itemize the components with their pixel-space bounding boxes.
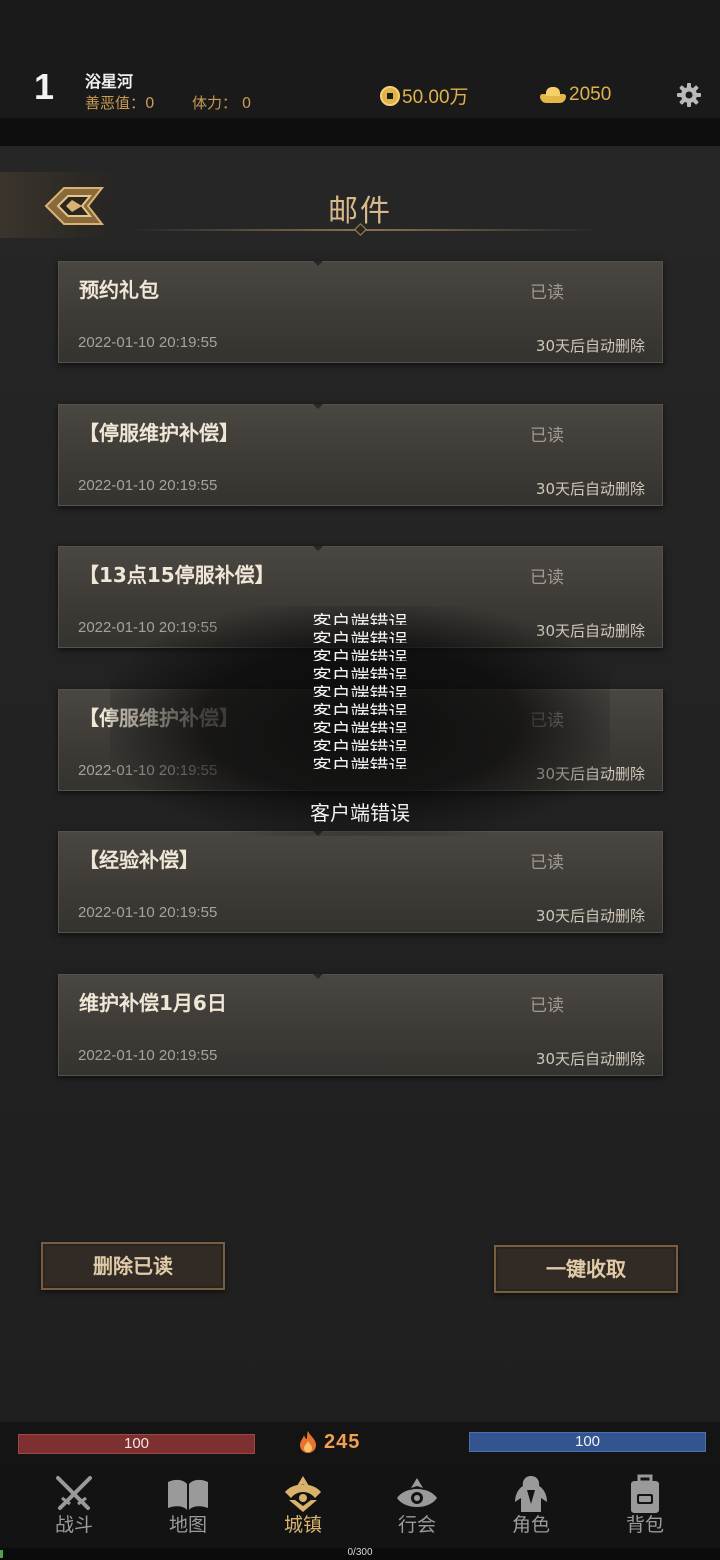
mail-date: 2022-01-10 20:19:55 [78,334,218,351]
error-toast-ghost: 客户端错误 [312,612,408,625]
mail-date: 2022-01-10 20:19:55 [78,1047,218,1064]
error-toast-ghost: 客户端错误 [312,666,408,679]
nav-label: 行会 [397,1514,436,1536]
nav-label: 背包 [625,1514,664,1536]
error-toast-ghost: 客户端错误 [312,720,408,733]
mail-item[interactable]: 维护补偿1月6日 已读 2022-01-10 20:19:55 30天后自动删除 [58,974,663,1076]
map-book-icon [168,1479,208,1510]
nav-item-bag[interactable]: 背包 [595,1474,695,1544]
error-toast-ghost: 客户端错误 [312,684,408,697]
crossed-swords-icon [56,1476,92,1510]
mail-title: 【停服维护补偿】 [79,421,239,445]
player-level: 1 [34,66,55,107]
nav-item-battle[interactable]: 战斗 [24,1474,124,1544]
mail-title: 维护补偿1月6日 [79,991,227,1015]
nav-label: 城镇 [283,1514,322,1536]
error-toast-message: 客户端错误 [310,801,410,825]
mail-expire-note: 30天后自动删除 [535,907,645,925]
hp-bar: 100 [18,1434,255,1454]
flame-icon [300,1431,316,1453]
mail-title: 【经验补偿】 [79,848,199,872]
header-divider [0,118,720,146]
town-crest-icon [285,1476,321,1512]
mail-item[interactable]: 预约礼包 已读 2022-01-10 20:19:55 30天后自动删除 [58,261,663,363]
nav-label: 角色 [511,1514,550,1536]
nav-item-guild[interactable]: 行会 [367,1474,467,1544]
gold-amount: 2050 [569,84,612,105]
nav-label: 地图 [168,1514,207,1536]
stamina-value: 体力： 0 [192,94,252,112]
gold-ingot-icon [540,87,566,103]
mail-expire-note: 30天后自动删除 [535,1050,645,1068]
mail-status: 已读 [530,426,564,446]
exp-label: 0/300 [347,1547,373,1558]
nav-item-character[interactable]: 角色 [481,1474,581,1544]
backpack-icon [631,1474,659,1513]
mail-expire-note: 30天后自动删除 [535,480,645,498]
mail-item[interactable]: 【经验补偿】 已读 2022-01-10 20:19:55 30天后自动删除 [58,831,663,933]
mail-title: 预约礼包 [79,278,159,302]
mail-status: 已读 [530,853,564,873]
nav-item-map[interactable]: 地图 [138,1474,238,1544]
coin-icon [380,85,400,106]
combat-power: 245 [298,1430,360,1454]
karma-value: 善恶值：0 [85,94,155,112]
nav-label: 战斗 [54,1514,93,1536]
coin-amount: 50.00万 [402,87,469,108]
delete-read-button[interactable]: 删除已读 [41,1242,225,1290]
mail-date: 2022-01-10 20:19:55 [78,904,218,921]
settings-gear-icon[interactable] [676,82,702,108]
error-toast-ghost: 客户端错误 [312,702,408,715]
coin-currency: 50.00万 [380,82,469,109]
mail-title: 【13点15停服补偿】 [79,563,275,587]
guild-eye-icon [397,1478,437,1507]
mail-item[interactable]: 【停服维护补偿】 已读 2022-01-10 20:19:55 30天后自动删除 [58,404,663,506]
gold-currency: 2050 [540,84,611,106]
error-toast-ghost: 客户端错误 [312,738,408,751]
mail-status: 已读 [530,283,564,303]
error-toast-ghost: 客户端错误 [312,630,408,643]
mail-status: 已读 [530,568,564,588]
combat-power-value: 245 [324,1430,361,1453]
player-name: 浴星河 [85,72,134,91]
mail-status: 已读 [530,996,564,1016]
mp-bar: 100 [469,1432,706,1452]
character-icon [515,1476,547,1512]
error-toast-ghost: 客户端错误 [312,756,408,769]
nav-item-town[interactable]: 城镇 [253,1474,353,1544]
mail-expire-note: 30天后自动删除 [535,337,645,355]
collect-all-button[interactable]: 一键收取 [494,1245,678,1293]
error-toast-ghost: 客户端错误 [312,648,408,661]
mail-date: 2022-01-10 20:19:55 [78,477,218,494]
